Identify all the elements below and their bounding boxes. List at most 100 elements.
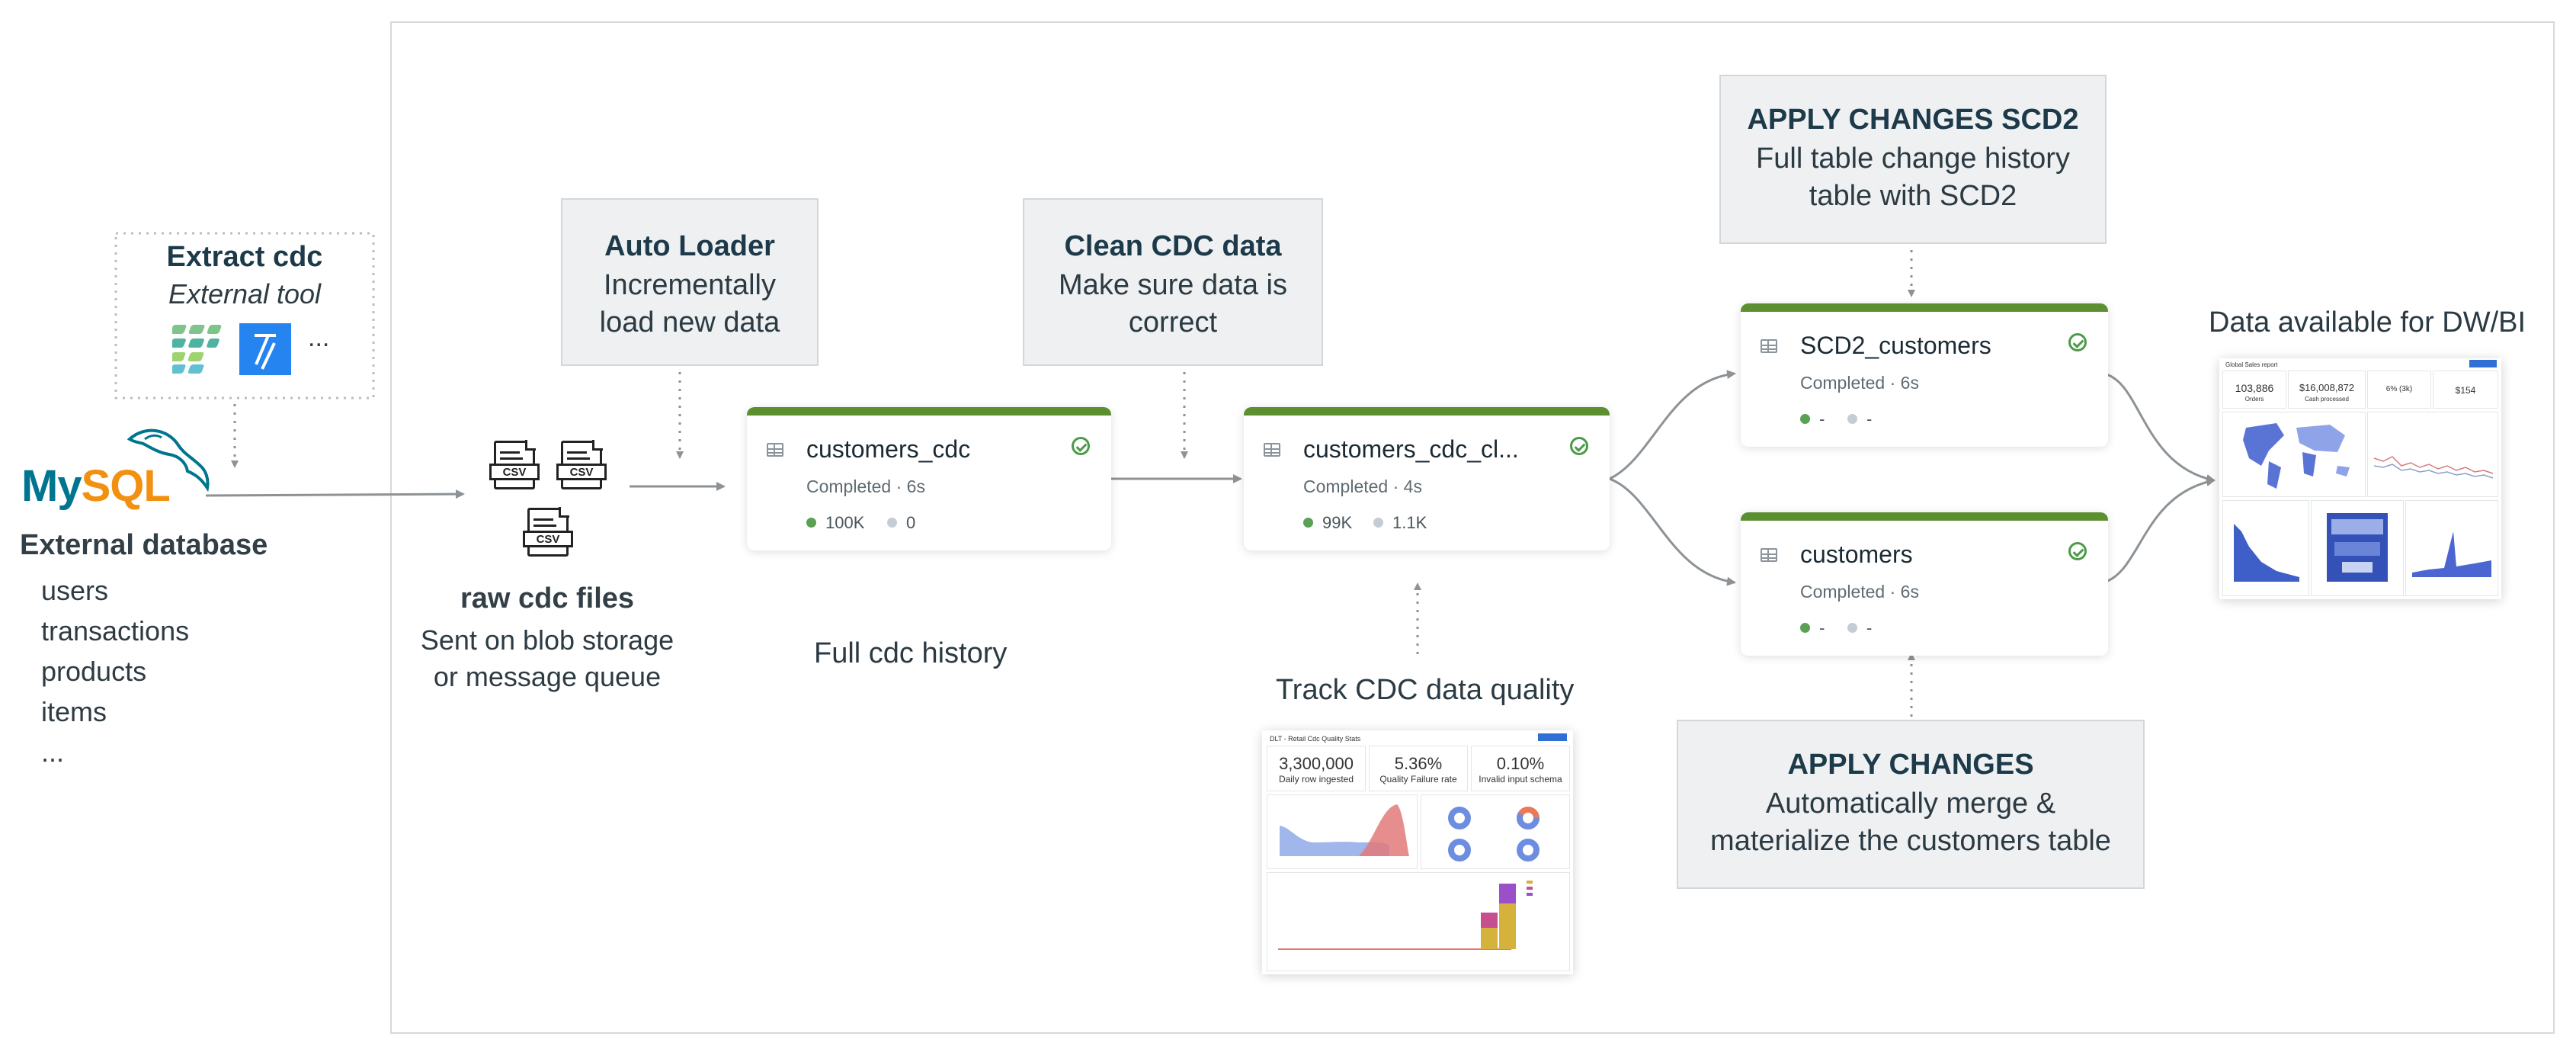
kpi-value: $154 xyxy=(2455,385,2476,396)
area-chart-panel xyxy=(2405,500,2498,596)
area-chart-graphic xyxy=(1280,804,1409,856)
clean-cdc-line1: Make sure data is xyxy=(1059,269,1287,301)
node-customers-cdc[interactable]: customers_cdc Completed · 6s 100K 0 xyxy=(747,407,1111,550)
node-metric-passed: - xyxy=(1800,618,1825,638)
auto-loader-line2: load new data xyxy=(599,306,780,339)
donut-charts-graphic xyxy=(1448,807,1540,862)
kpi-panel: 103,886 Orders xyxy=(2222,371,2286,409)
raw-files-caption: raw cdc files Sent on blob storage or me… xyxy=(396,582,698,693)
arrow-customers-to-dashboard xyxy=(2103,477,2216,584)
check-circle-icon xyxy=(1570,437,1588,455)
csv-file-icon: CSV xyxy=(523,507,573,557)
source-table-item: ... xyxy=(41,736,65,768)
raw-files-line1: Sent on blob storage xyxy=(420,624,674,656)
node-status: Completed · 6s xyxy=(806,476,925,496)
sales-dashboard-thumbnail: Global Sales report 103,886 Orders $16,0… xyxy=(2219,358,2501,599)
extract-subtitle: External tool xyxy=(168,278,322,310)
node-name: customers_cdc_cl... xyxy=(1303,435,1519,463)
table-icon xyxy=(767,443,783,457)
auto-loader-line1: Incrementally xyxy=(604,269,776,301)
csv-label: CSV xyxy=(556,464,607,480)
kpi-panel: 3,300,000 Daily row ingested xyxy=(1267,746,1366,791)
source-table-list: users transactions products items ... xyxy=(41,570,189,772)
metric-value: - xyxy=(1819,409,1825,428)
metric-value: 100K xyxy=(825,513,865,532)
node-metric-passed: 99K xyxy=(1303,513,1352,533)
grey-dot-icon xyxy=(887,517,897,528)
metric-value: - xyxy=(1819,618,1825,637)
quality-dashboard-title: DLT - Retail Cdc Quality Stats xyxy=(1270,735,1361,743)
clean-cdc-title: Clean CDC data xyxy=(1064,230,1282,262)
node-status: Completed · 4s xyxy=(1303,476,1422,496)
sales-dashboard-title: Global Sales report xyxy=(2225,361,2278,368)
check-circle-icon xyxy=(2068,542,2087,560)
quality-dashboard-thumbnail: DLT - Retail Cdc Quality Stats 3,300,000… xyxy=(1262,730,1573,974)
heatmap-graphic xyxy=(2327,513,2388,582)
node-scd2-customers[interactable]: SCD2_customers Completed · 6s - - xyxy=(1741,303,2108,447)
kpi-value: 103,886 xyxy=(2235,382,2274,394)
kpi-panel: 5.36% Quality Failure rate xyxy=(1369,746,1468,791)
caption-dw-bi: Data available for DW/BI xyxy=(2209,306,2526,339)
auto-loader-title: Auto Loader xyxy=(604,230,775,262)
apply-scd2-box: APPLY CHANGES SCD2 Full table change his… xyxy=(1719,75,2107,244)
kpi-value: 0.10% xyxy=(1496,754,1545,773)
kpi-label: Daily row ingested xyxy=(1278,774,1354,784)
metric-value: 99K xyxy=(1322,513,1353,532)
source-table-item: users xyxy=(41,575,109,606)
grey-dot-icon xyxy=(1847,413,1857,424)
line-chart-panel xyxy=(2367,412,2498,497)
auto-loader-box: Auto Loader Incrementally load new data xyxy=(561,198,819,366)
bar-chart-panel xyxy=(2222,500,2309,596)
raw-files-title: raw cdc files xyxy=(460,582,635,614)
dashboard-button xyxy=(2469,360,2497,367)
arrow-scd2-to-dashboard xyxy=(2103,372,2216,483)
clean-cdc-line2: correct xyxy=(1128,306,1218,339)
arrow-mysql-to-files xyxy=(205,489,465,499)
green-dot-icon xyxy=(806,517,816,528)
apply-scd2-line2: table with SCD2 xyxy=(1809,180,2017,212)
node-metric-dropped: - xyxy=(1847,618,1872,638)
mysql-logo-my: My xyxy=(21,461,82,511)
mysql-logo-sql: SQL xyxy=(81,461,171,511)
caption-full-history: Full cdc history xyxy=(814,637,1008,669)
tool-logo-icon xyxy=(239,323,291,375)
csv-label: CSV xyxy=(523,531,573,547)
kpi-label: Cash processed xyxy=(2305,396,2349,403)
node-status: Completed · 6s xyxy=(1800,582,1919,602)
kpi-label: Quality Failure rate xyxy=(1379,774,1457,784)
raw-files-line2: or message queue xyxy=(433,661,662,692)
node-metric-passed: - xyxy=(1800,409,1825,429)
node-metric-dropped: 1.1K xyxy=(1373,513,1427,533)
source-title: External database xyxy=(20,529,268,561)
kpi-panel: $154 xyxy=(2433,371,2498,409)
kpi-panel: 6% (3k) xyxy=(2367,371,2431,409)
area-chart-panel xyxy=(1267,794,1418,869)
arrow-clean-to-scd2 xyxy=(1609,370,1736,480)
kpi-value: 5.36% xyxy=(1394,754,1443,773)
check-circle-icon xyxy=(2068,333,2087,351)
green-dot-icon xyxy=(1800,622,1810,633)
kpi-panel: 0.10% Invalid input schema xyxy=(1471,746,1570,791)
apply-scd2-title: APPLY CHANGES SCD2 xyxy=(1747,104,2079,136)
table-icon xyxy=(1264,443,1280,457)
extract-ellipsis: ... xyxy=(308,323,330,352)
kpi-label: Invalid input schema xyxy=(1479,774,1562,784)
csv-file-icon: CSV xyxy=(489,440,540,489)
check-circle-icon xyxy=(1072,437,1090,455)
apply-scd2-line1: Full table change history xyxy=(1756,143,2070,175)
green-dot-icon xyxy=(1303,517,1313,528)
grey-dot-icon xyxy=(1373,517,1383,528)
line-chart-graphic xyxy=(2373,456,2494,479)
node-customers[interactable]: customers Completed · 6s - - xyxy=(1741,512,2108,656)
apply-changes-line2: materialize the customers table xyxy=(1710,825,2111,857)
node-status: Completed · 6s xyxy=(1800,373,1919,393)
metric-value: - xyxy=(1866,618,1873,637)
green-dot-icon xyxy=(1800,413,1810,424)
dashboard-button xyxy=(1538,733,1567,741)
node-customers-cdc-clean[interactable]: customers_cdc_cl... Completed · 4s 99K 1… xyxy=(1244,407,1610,550)
node-metric-dropped: 0 xyxy=(887,513,915,533)
clean-cdc-box: Clean CDC data Make sure data is correct xyxy=(1023,198,1323,366)
grey-dot-icon xyxy=(1847,622,1857,633)
caption-track-quality: Track CDC data quality xyxy=(1276,674,1575,706)
mysql-logo: MySQL xyxy=(21,418,212,525)
